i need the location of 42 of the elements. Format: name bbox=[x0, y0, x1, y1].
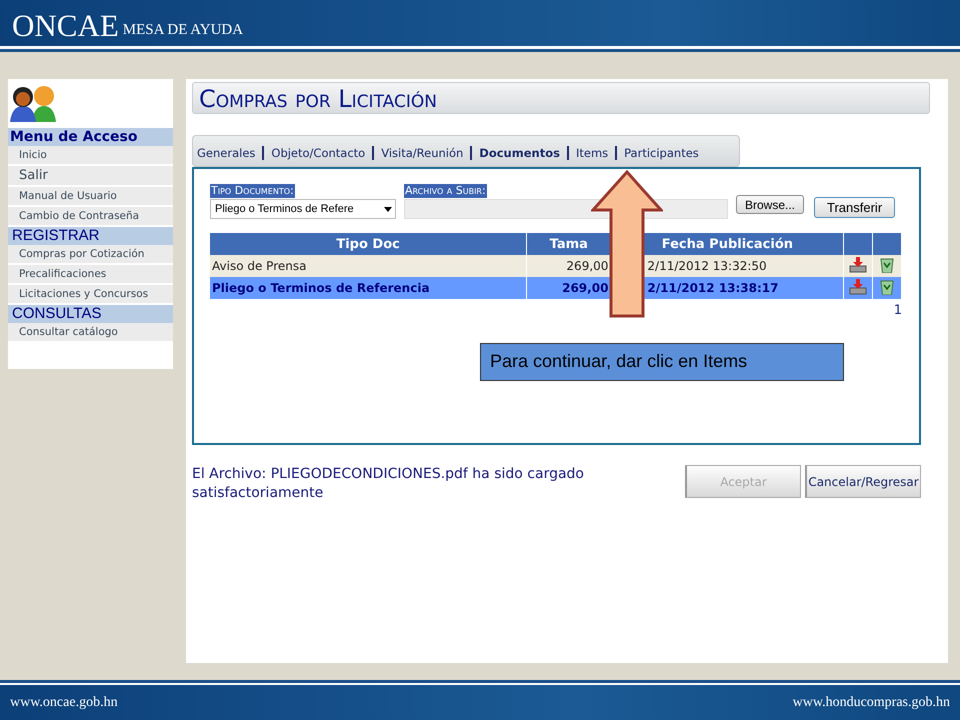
action-button[interactable]: Cancelar/Regresar bbox=[805, 465, 921, 498]
sidebar-heading: CONSULTAS bbox=[8, 305, 173, 323]
sidebar-heading: Menu de Acceso bbox=[8, 128, 173, 146]
tab[interactable]: Documentos bbox=[479, 146, 560, 160]
download-icon[interactable] bbox=[849, 278, 868, 294]
column-header: Tama bbox=[526, 233, 611, 255]
tab[interactable]: Items bbox=[576, 146, 608, 160]
sidebar-heading: REGISTRAR bbox=[8, 227, 173, 245]
sidebar-item[interactable]: Consultar catálogo bbox=[8, 323, 173, 343]
logo: ONCAE bbox=[12, 10, 119, 42]
tab[interactable]: Generales bbox=[197, 146, 256, 160]
status-message: El Archivo: PLIEGODECONDICIONES.pdf ha sido cargado satisfactoriamente bbox=[192, 465, 585, 503]
field-label: Tipo Documento: bbox=[210, 184, 295, 198]
transfer-button[interactable]: Transferir bbox=[814, 197, 896, 218]
callout: Para continuar, dar clic en Items bbox=[480, 343, 844, 381]
browse-button[interactable]: Browse... bbox=[736, 195, 804, 214]
page-title: Compras por Licitación bbox=[192, 82, 930, 114]
table-cell: Aviso de Prensa bbox=[210, 255, 527, 277]
document-type-dropdown[interactable]: Pliego o Terminos de Refere bbox=[210, 199, 396, 219]
sidebar-item[interactable]: Manual de Usuario bbox=[8, 187, 173, 207]
tab[interactable]: Visita/Reunión bbox=[381, 146, 464, 160]
sidebar-item[interactable]: Licitaciones y Concursos bbox=[8, 285, 173, 305]
tab[interactable]: Participantes bbox=[624, 146, 699, 160]
page-link[interactable]: 1 bbox=[894, 303, 902, 318]
caret-icon bbox=[384, 206, 392, 212]
table-cell: 269,00 bbox=[526, 255, 611, 277]
footer-link[interactable]: www.oncae.gob.hn bbox=[10, 694, 118, 710]
recycle-bin-icon[interactable] bbox=[880, 256, 894, 272]
header-subtitle: MESA DE AYUDA bbox=[122, 21, 244, 40]
sidebar-item[interactable]: Inicio bbox=[8, 146, 173, 166]
field-label: Archivo a Subir: bbox=[404, 184, 487, 198]
table-cell: Pliego o Terminos de Referencia bbox=[210, 277, 527, 299]
download-icon[interactable] bbox=[849, 256, 868, 272]
recycle-bin-icon[interactable] bbox=[880, 278, 894, 294]
sidebar-item[interactable]: Compras por Cotización bbox=[8, 245, 173, 265]
sidebar-item[interactable]: Cambio de Contraseña bbox=[8, 207, 173, 227]
footer-link[interactable]: www.honducompras.gob.hn bbox=[792, 694, 950, 710]
sidebar-item[interactable]: Precalificaciones bbox=[8, 265, 173, 285]
sidebar-item[interactable]: Salir bbox=[8, 166, 173, 187]
tab[interactable]: Objeto/Contacto bbox=[271, 146, 366, 160]
table-cell: 269,00 bbox=[526, 277, 611, 299]
column-header: Tipo Doc bbox=[210, 233, 527, 255]
